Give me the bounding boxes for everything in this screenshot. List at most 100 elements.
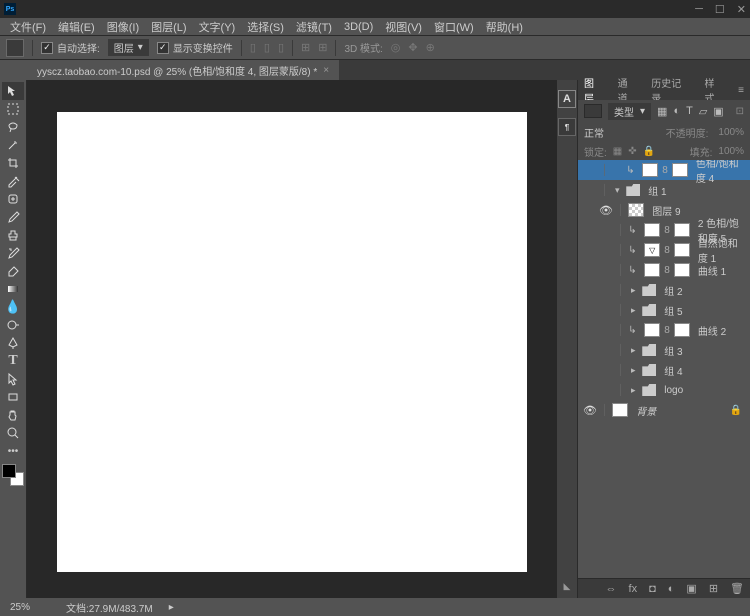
filter-kind-select[interactable]: 类型▾ [608,103,651,120]
menu-filter[interactable]: 滤镜(T) [290,19,338,35]
menu-type[interactable]: 文字(Y) [193,19,242,35]
mask-thumb[interactable] [674,263,690,277]
foreground-color[interactable] [2,464,16,478]
show-transform-checkbox[interactable]: ✓ 显示变换控件 [157,40,233,55]
add-mask-icon[interactable]: ◘ [649,583,656,595]
auto-select-checkbox[interactable]: ✓ 自动选择: [41,40,100,55]
layer-background[interactable]: 👁│ 背景 🔒 [578,400,750,420]
canvas-viewport[interactable] [27,80,557,598]
new-adjustment-icon[interactable]: ◐ [668,583,675,595]
color-swatches[interactable] [2,464,24,486]
filter-type-icon[interactable]: T [686,105,693,117]
filter-toggle-icon[interactable]: ⊡ [736,106,744,117]
align-center-icon[interactable]: ▯ [264,41,270,54]
maximize-button[interactable]: ☐ [715,3,725,16]
layer-group-3[interactable]: │ ▸ 组 3 [578,340,750,360]
healing-brush-tool[interactable] [2,190,24,208]
blur-tool[interactable]: 💧 [2,298,24,316]
layer-group-1[interactable]: │ ▾ 组 1 [578,180,750,200]
align-left-icon[interactable]: ▯ [250,41,256,54]
expand-arrow-icon[interactable]: ▾ [612,185,622,196]
status-arrow-icon[interactable]: ▸ [169,602,174,613]
layer-name[interactable]: logo [660,385,746,396]
zoom-level[interactable]: 25% [10,602,50,613]
menu-image[interactable]: 图像(I) [101,19,145,35]
mask-thumb[interactable] [674,323,690,337]
character-panel-icon[interactable]: A [558,90,576,108]
lock-position-icon[interactable]: ✜ [628,146,636,157]
history-brush-tool[interactable] [2,244,24,262]
orbit-3d-icon[interactable]: ◎ [391,41,401,54]
opacity-value[interactable]: 100% [718,127,744,138]
blend-mode-select[interactable]: 正常 [584,125,656,140]
close-window-button[interactable]: ✕ [737,3,746,16]
filter-adjust-icon[interactable]: ◐ [673,105,680,117]
lasso-tool[interactable] [2,118,24,136]
hand-tool[interactable] [2,406,24,424]
layer-name[interactable]: 背景 [632,403,725,418]
filter-smart-icon[interactable]: ▣ [713,105,723,118]
layer-fx-icon[interactable]: fx [629,583,638,595]
close-tab-icon[interactable]: × [323,65,329,76]
layer-group-logo[interactable]: │ ▸ logo [578,380,750,400]
crop-tool[interactable] [2,154,24,172]
zoom-tool[interactable] [2,424,24,442]
marquee-tool[interactable] [2,100,24,118]
expand-arrow-icon[interactable]: ▸ [628,305,638,316]
expand-arrow-icon[interactable]: ▸ [628,365,638,376]
pan-3d-icon[interactable]: ✥ [408,41,417,54]
layer-name[interactable]: 组 3 [660,343,746,358]
menu-help[interactable]: 帮助(H) [480,19,529,35]
layer-name[interactable]: 自然饱和度 1 [694,235,746,265]
type-tool[interactable]: T [2,352,24,370]
expand-arrow-icon[interactable]: ▸ [628,345,638,356]
lock-all-icon[interactable]: 🔒 [643,146,655,157]
eraser-tool[interactable] [2,262,24,280]
auto-select-target[interactable]: 图层▾ [108,39,149,56]
menu-layer[interactable]: 图层(L) [145,19,192,35]
gradient-tool[interactable] [2,280,24,298]
menu-view[interactable]: 视图(V) [379,19,428,35]
layer-name[interactable]: 组 4 [660,363,746,378]
link-layers-icon[interactable]: ⇔ [606,583,617,595]
align-right-icon[interactable]: ▯ [278,41,284,54]
clone-stamp-tool[interactable] [2,226,24,244]
brush-tool[interactable] [2,208,24,226]
layer-hue-sat-4[interactable]: │ ↳ 8 色相/饱和度 4 [578,160,750,180]
filter-shape-icon[interactable]: ▱ [699,105,707,118]
visibility-toggle[interactable]: 👁 [598,204,614,217]
zoom-3d-icon[interactable]: ⊕ [426,41,435,54]
paragraph-panel-icon[interactable]: ¶ [558,118,576,136]
visibility-toggle[interactable]: 👁 [582,404,598,417]
menu-3d[interactable]: 3D(D) [338,21,379,33]
eyedropper-tool[interactable] [2,172,24,190]
magic-wand-tool[interactable] [2,136,24,154]
fill-value[interactable]: 100% [718,146,744,157]
edit-toolbar-icon[interactable]: ••• [2,442,24,460]
layer-group-5[interactable]: │ ▸ 组 5 [578,300,750,320]
new-group-icon[interactable]: ▣ [686,582,696,595]
distribute-icon[interactable]: ⊞ [301,41,310,54]
distribute-icon[interactable]: ⊞ [318,41,327,54]
panel-menu-icon[interactable]: ≡ [738,85,744,96]
rectangle-tool[interactable] [2,388,24,406]
layer-curves-1[interactable]: │ ↳ 8 曲线 1 [578,260,750,280]
dock-expand-icon[interactable]: ◣ [564,581,571,592]
layer-name[interactable]: 组 2 [660,283,746,298]
expand-arrow-icon[interactable]: ▸ [628,385,638,396]
pen-tool[interactable] [2,334,24,352]
new-layer-icon[interactable]: ⊞ [709,582,718,595]
expand-arrow-icon[interactable]: ▸ [628,285,638,296]
layer-curves-2[interactable]: │ ↳ 8 曲线 2 [578,320,750,340]
menu-file[interactable]: 文件(F) [4,19,52,35]
menu-window[interactable]: 窗口(W) [428,19,480,35]
layer-group-2[interactable]: │ ▸ 组 2 [578,280,750,300]
document-size[interactable]: 文档:27.9M/483.7M [66,600,153,615]
delete-layer-icon[interactable]: 🗑 [730,582,744,595]
layer-vibrance-1[interactable]: │ ↳ ▽ 8 自然饱和度 1 [578,240,750,260]
lock-icon[interactable]: 🔒 [730,405,742,416]
move-tool-preset-icon[interactable] [6,39,24,57]
menu-select[interactable]: 选择(S) [241,19,290,35]
mask-thumb[interactable] [674,243,690,257]
path-selection-tool[interactable] [2,370,24,388]
